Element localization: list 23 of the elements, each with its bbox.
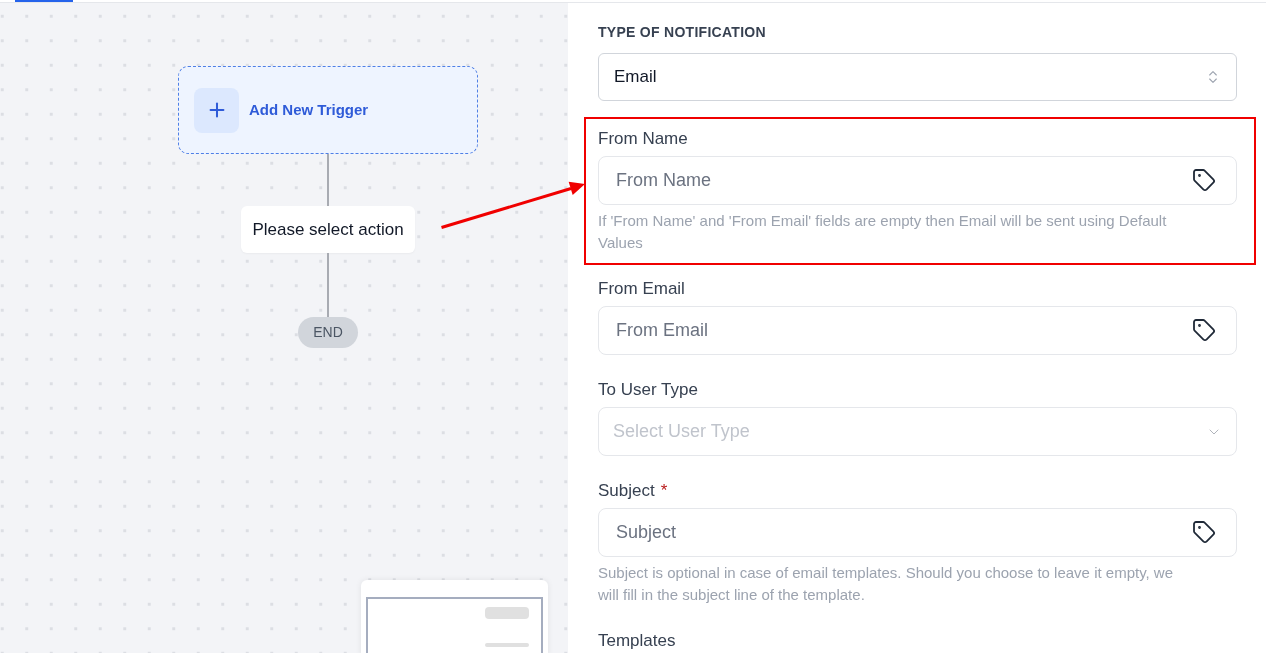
connector-line xyxy=(327,253,329,317)
end-node: END xyxy=(298,317,358,348)
text-input[interactable]: Subject xyxy=(598,508,1237,557)
field-label: Templates xyxy=(598,631,677,651)
section-label: TYPE OF NOTIFICATION xyxy=(598,23,767,42)
tag-icon[interactable] xyxy=(1192,520,1216,544)
connector-line xyxy=(327,154,329,206)
add-trigger-node[interactable]: Add New Trigger xyxy=(178,66,478,154)
help-text: Subject is optional in case of email templates. Should you choose to leave it empty, we will fill in the subject line of the template. xyxy=(598,563,1175,605)
plus-icon xyxy=(194,87,239,133)
field-label: To User Type xyxy=(598,380,698,400)
field-label: Subject xyxy=(598,481,655,501)
tab-underline xyxy=(15,0,73,2)
action-node[interactable]: Please select action xyxy=(241,206,415,253)
help-text: If 'From Name' and 'From Email' fields are empty then Email will be sent using Default Values xyxy=(598,211,1168,253)
tag-icon[interactable] xyxy=(1192,168,1216,192)
tag-icon[interactable] xyxy=(1192,318,1216,342)
field-label: From Name xyxy=(598,129,688,149)
field-label: From Email xyxy=(598,279,685,299)
notification-type-select[interactable]: Email xyxy=(598,53,1237,101)
text-input[interactable]: From Name xyxy=(598,156,1237,205)
required-mark: * xyxy=(660,481,668,501)
text-input[interactable]: From Email xyxy=(598,306,1237,355)
